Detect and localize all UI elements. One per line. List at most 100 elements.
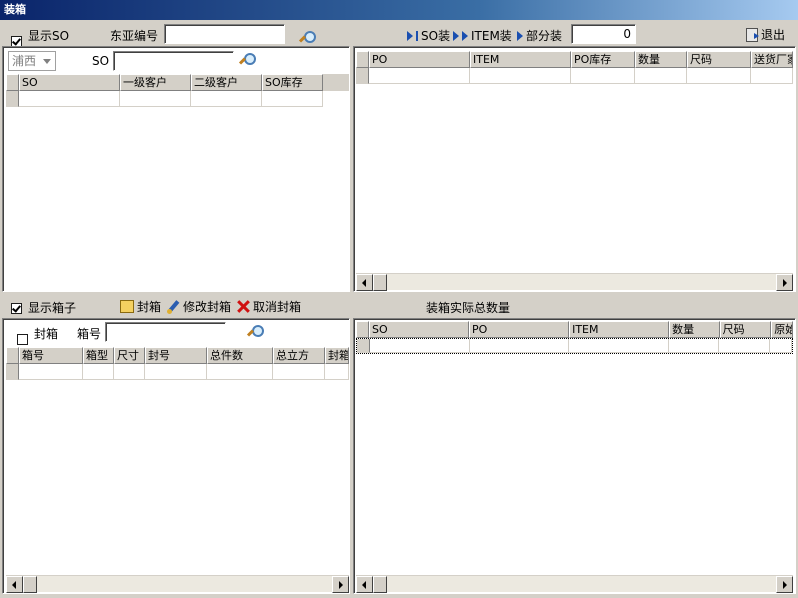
- scroll-thumb[interactable]: [373, 274, 387, 291]
- table-cell[interactable]: [469, 339, 570, 353]
- row-header[interactable]: [356, 68, 369, 84]
- show-so-checkbox[interactable]: [11, 35, 22, 47]
- scroll-left-button[interactable]: [356, 274, 373, 291]
- scroll-track[interactable]: [387, 274, 776, 290]
- column-header[interactable]: SO: [369, 321, 470, 338]
- column-header[interactable]: 箱型: [83, 347, 114, 364]
- scroll-track[interactable]: [387, 576, 776, 592]
- play-icon: [462, 30, 468, 41]
- table-cell[interactable]: [470, 68, 571, 84]
- column-header[interactable]: PO: [469, 321, 570, 338]
- scroll-thumb[interactable]: [373, 576, 387, 593]
- scroll-track[interactable]: [37, 576, 332, 592]
- po-grid-header: PO ITEM PO库存 数量 尺码 送货厂家: [356, 51, 793, 68]
- seal-label: 封箱: [137, 300, 162, 314]
- bar-icon: [416, 30, 418, 41]
- row-header[interactable]: [357, 339, 370, 353]
- show-box-checkbox[interactable]: [11, 303, 22, 314]
- table-cell[interactable]: [751, 68, 793, 84]
- column-header[interactable]: 封号: [145, 347, 207, 364]
- po-panel: PO ITEM PO库存 数量 尺码 送货厂家: [353, 46, 796, 292]
- table-cell[interactable]: [325, 364, 349, 380]
- table-cell[interactable]: [370, 339, 470, 353]
- column-header[interactable]: ITEM: [569, 321, 670, 338]
- table-cell[interactable]: [114, 364, 145, 380]
- detail-horizontal-scrollbar[interactable]: [356, 575, 793, 593]
- po-horizontal-scrollbar[interactable]: [356, 273, 793, 291]
- search-icon[interactable]: [239, 52, 256, 68]
- show-so-label: 显示SO: [28, 29, 70, 43]
- search-icon[interactable]: [299, 30, 316, 46]
- table-cell[interactable]: [687, 68, 751, 84]
- column-header[interactable]: 尺码: [687, 51, 751, 68]
- seal-button[interactable]: 封箱: [120, 298, 161, 315]
- table-row[interactable]: [356, 68, 793, 84]
- scroll-thumb[interactable]: [23, 576, 37, 593]
- column-header[interactable]: SO库存: [262, 74, 323, 91]
- table-cell[interactable]: [569, 339, 669, 353]
- row-header[interactable]: [6, 91, 19, 107]
- column-header[interactable]: 总立方: [273, 347, 325, 364]
- scroll-left-button[interactable]: [356, 576, 373, 593]
- scroll-right-button[interactable]: [776, 576, 793, 593]
- table-cell[interactable]: [770, 339, 792, 353]
- table-cell[interactable]: [262, 91, 323, 107]
- region-combo[interactable]: 浦西: [8, 51, 56, 71]
- column-header[interactable]: 箱号: [19, 347, 83, 364]
- row-header-corner: [6, 74, 19, 91]
- table-row[interactable]: [6, 364, 349, 380]
- modify-seal-button[interactable]: 修改封箱: [166, 298, 231, 315]
- table-cell[interactable]: [571, 68, 635, 84]
- column-header[interactable]: 数量: [669, 321, 720, 338]
- table-cell[interactable]: [145, 364, 207, 380]
- scroll-left-button[interactable]: [6, 576, 23, 593]
- partial-pack-button[interactable]: 部分装: [517, 27, 562, 44]
- scroll-right-button[interactable]: [332, 576, 349, 593]
- table-cell[interactable]: [19, 364, 83, 380]
- table-cell[interactable]: [207, 364, 273, 380]
- column-header[interactable]: 数量: [635, 51, 687, 68]
- scroll-right-button[interactable]: [776, 274, 793, 291]
- po-grid: PO ITEM PO库存 数量 尺码 送货厂家: [356, 51, 793, 271]
- box-no-input[interactable]: [105, 322, 226, 342]
- box-horizontal-scrollbar[interactable]: [6, 575, 349, 593]
- column-header[interactable]: 尺码: [719, 321, 772, 338]
- table-cell[interactable]: [668, 339, 719, 353]
- column-header[interactable]: 送货厂家: [751, 51, 793, 68]
- table-row[interactable]: [356, 338, 793, 354]
- exit-icon: [746, 27, 759, 42]
- row-header[interactable]: [6, 364, 19, 380]
- row-header-corner: [356, 51, 369, 68]
- column-header[interactable]: SO: [19, 74, 120, 91]
- dongya-no-input[interactable]: [164, 24, 285, 44]
- partial-qty-input[interactable]: 0: [571, 24, 636, 44]
- column-header[interactable]: 总件数: [207, 347, 273, 364]
- column-header[interactable]: 尺寸: [114, 347, 145, 364]
- column-header[interactable]: 一级客户: [120, 74, 191, 91]
- cancel-seal-button[interactable]: 取消封箱: [237, 298, 301, 315]
- column-header[interactable]: 二级客户: [191, 74, 262, 91]
- so-label: SO: [92, 54, 110, 68]
- table-cell[interactable]: [19, 91, 120, 107]
- table-cell[interactable]: [83, 364, 114, 380]
- row-header-corner: [356, 321, 369, 338]
- column-header[interactable]: 封箱: [325, 347, 349, 364]
- item-pack-button[interactable]: ITEM装: [453, 27, 512, 44]
- search-icon[interactable]: [247, 324, 264, 340]
- table-cell[interactable]: [369, 68, 470, 84]
- so-pack-button[interactable]: SO装: [407, 27, 450, 44]
- table-row[interactable]: [6, 91, 349, 107]
- chevron-down-icon: [43, 59, 51, 64]
- table-cell[interactable]: [191, 91, 262, 107]
- so-search-input[interactable]: [113, 51, 234, 71]
- column-header[interactable]: PO: [369, 51, 470, 68]
- column-header[interactable]: PO库存: [571, 51, 635, 68]
- sealed-checkbox[interactable]: [17, 334, 28, 345]
- column-header[interactable]: 原始: [771, 321, 793, 338]
- table-cell[interactable]: [635, 68, 687, 84]
- column-header[interactable]: ITEM: [470, 51, 571, 68]
- exit-button[interactable]: 退出: [746, 26, 785, 43]
- table-cell[interactable]: [718, 339, 771, 353]
- table-cell[interactable]: [273, 364, 325, 380]
- table-cell[interactable]: [120, 91, 191, 107]
